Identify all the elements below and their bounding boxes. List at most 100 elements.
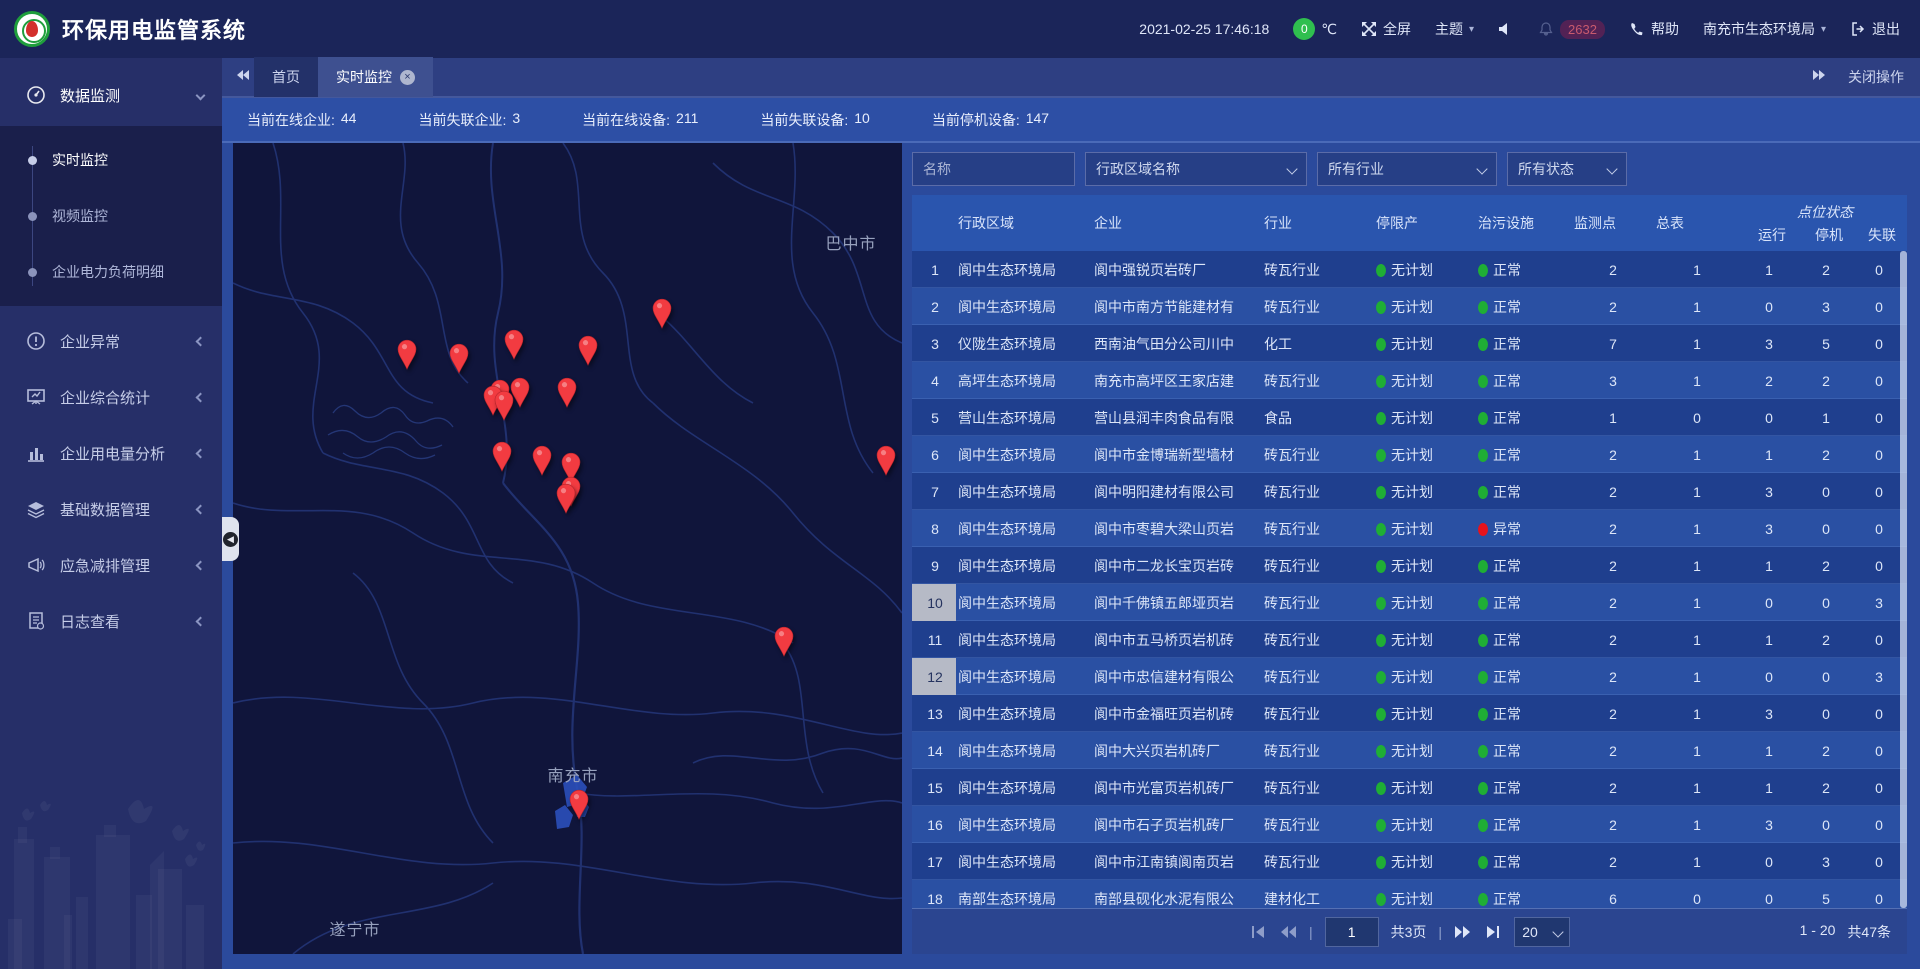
- table-row[interactable]: 2阆中生态环境局阆中市南方节能建材有砖瓦行业无计划正常21030: [912, 288, 1907, 325]
- table-row[interactable]: 14阆中生态环境局阆中大兴页岩机砖厂砖瓦行业无计划正常21120: [912, 732, 1907, 769]
- cell-points: 2: [1572, 669, 1654, 685]
- col-group-point-status: 点位状态 运行 停机 失联: [1743, 195, 1907, 251]
- status-dot: [1478, 375, 1488, 388]
- table-row[interactable]: 10阆中生态环境局阆中千佛镇五郎垭页岩砖瓦行业无计划正常21003: [912, 584, 1907, 621]
- logout-button[interactable]: 退出: [1850, 19, 1900, 39]
- table-row[interactable]: 8阆中生态环境局阆中市枣碧大梁山页岩砖瓦行业无计划异常21300: [912, 510, 1907, 547]
- scrollbar[interactable]: [1900, 251, 1907, 908]
- tabs-scroll-left-button[interactable]: [232, 68, 254, 86]
- map-pin[interactable]: [555, 376, 579, 408]
- status-filter-select[interactable]: 所有状态: [1507, 152, 1627, 186]
- col-run: 运行: [1743, 225, 1801, 245]
- table-row[interactable]: 3仪陇生态环境局西南油气田分公司川中化工无计划正常71350: [912, 325, 1907, 362]
- sound-toggle[interactable]: [1498, 21, 1514, 37]
- map-pin[interactable]: [554, 482, 578, 514]
- close-operations-button[interactable]: 关闭操作: [1848, 67, 1904, 87]
- tab-realtime-monitoring[interactable]: 实时监控 ×: [318, 57, 433, 97]
- first-page-button[interactable]: [1249, 925, 1267, 939]
- topbar: 环保用电监管系统 2021-02-25 17:46:18 0 ℃ 全屏 主题 ▾…: [0, 0, 1920, 58]
- sidebar: 数据监测 实时监控 视频监控 企业电力负荷明细 企业异常 企业综合统计 企业用电…: [0, 58, 222, 969]
- table-row[interactable]: 13阆中生态环境局阆中市金福旺页岩机砖砖瓦行业无计划正常21300: [912, 695, 1907, 732]
- status-dot: [1376, 486, 1386, 499]
- table-row[interactable]: 4高坪生态环境局南充市高坪区王家店建砖瓦行业无计划正常31220: [912, 362, 1907, 399]
- sidebar-item-power-analysis[interactable]: 企业用电量分析: [0, 428, 222, 478]
- table-row[interactable]: 12阆中生态环境局阆中市忠信建材有限公砖瓦行业无计划正常21003: [912, 658, 1907, 695]
- table-row[interactable]: 6阆中生态环境局阆中市金博瑞新型墙材砖瓦行业无计划正常21120: [912, 436, 1907, 473]
- region-filter-select[interactable]: 行政区域名称: [1085, 152, 1307, 186]
- chevron-down-icon: [196, 90, 206, 100]
- filter-bar: 名称 行政区域名称 所有行业 所有状态: [912, 143, 1907, 195]
- cell-company: 南部县砚化水泥有限公: [1092, 889, 1262, 909]
- table-row[interactable]: 9阆中生态环境局阆中市二龙长宝页岩砖砖瓦行业无计划正常21120: [912, 547, 1907, 584]
- sidebar-item-enterprise-statistics[interactable]: 企业综合统计: [0, 372, 222, 422]
- fullscreen-icon: [1361, 21, 1377, 37]
- row-number: 2: [912, 288, 956, 325]
- notifications[interactable]: 2632: [1538, 20, 1605, 39]
- sidebar-subitem-realtime-monitoring[interactable]: 实时监控: [0, 132, 222, 188]
- cell-run: 3: [1740, 706, 1798, 722]
- table-row[interactable]: 15阆中生态环境局阆中市光富页岩机砖厂砖瓦行业无计划正常21120: [912, 769, 1907, 806]
- table-row[interactable]: 18南部生态环境局南部县砚化水泥有限公建材化工无计划正常60050: [912, 880, 1907, 908]
- tab-home[interactable]: 首页: [254, 57, 318, 97]
- cell-facility: 正常: [1476, 889, 1572, 909]
- map-pin[interactable]: [576, 334, 600, 366]
- cell-stop: 0: [1798, 817, 1854, 833]
- cell-stop: 0: [1798, 595, 1854, 611]
- cell-lost: 0: [1854, 336, 1904, 352]
- map-pin[interactable]: [492, 389, 516, 421]
- cell-points: 3: [1572, 373, 1654, 389]
- chevron-left-icon: ◀: [223, 532, 238, 547]
- map-pin[interactable]: [650, 297, 674, 329]
- page-size-select[interactable]: 20: [1514, 917, 1570, 947]
- map-pin[interactable]: [530, 444, 554, 476]
- cell-district: 阆中生态环境局: [956, 667, 1092, 687]
- col-stop: 停机: [1801, 225, 1857, 245]
- page-number-input[interactable]: [1325, 917, 1379, 947]
- layers-icon: [26, 499, 46, 519]
- map-pin[interactable]: [567, 788, 591, 820]
- table-row[interactable]: 16阆中生态环境局阆中市石子页岩机砖厂砖瓦行业无计划正常21300: [912, 806, 1907, 843]
- sidebar-item-base-data[interactable]: 基础数据管理: [0, 484, 222, 534]
- help-button[interactable]: 帮助: [1629, 19, 1679, 39]
- industry-filter-select[interactable]: 所有行业: [1317, 152, 1497, 186]
- table-row[interactable]: 1阆中生态环境局阆中强锐页岩砖厂砖瓦行业无计划正常21120: [912, 251, 1907, 288]
- map-pin[interactable]: [395, 338, 419, 370]
- cell-meters: 1: [1654, 447, 1740, 463]
- sidebar-subitem-power-load-detail[interactable]: 企业电力负荷明细: [0, 244, 222, 300]
- table-row[interactable]: 5营山生态环境局营山县润丰肉食品有限食品无计划正常10010: [912, 399, 1907, 436]
- map[interactable]: 巴中市南充市遂宁市: [233, 143, 902, 954]
- theme-dropdown[interactable]: 主题 ▾: [1435, 19, 1474, 39]
- user-dropdown[interactable]: 南充市生态环境局 ▾: [1703, 19, 1826, 39]
- cell-industry: 砖瓦行业: [1262, 778, 1374, 798]
- map-pin[interactable]: [502, 328, 526, 360]
- table-row[interactable]: 11阆中生态环境局阆中市五马桥页岩机砖砖瓦行业无计划正常21120: [912, 621, 1907, 658]
- cell-meters: 1: [1654, 521, 1740, 537]
- sidebar-item-data-monitoring[interactable]: 数据监测: [0, 70, 222, 120]
- sidebar-collapse-handle[interactable]: ◀: [222, 517, 239, 561]
- sidebar-item-log-view[interactable]: 日志查看: [0, 596, 222, 646]
- map-pin[interactable]: [447, 342, 471, 374]
- cell-run: 2: [1740, 373, 1798, 389]
- map-pin[interactable]: [874, 444, 898, 476]
- cell-facility: 正常: [1476, 630, 1572, 650]
- sidebar-item-emergency-reduction[interactable]: 应急减排管理: [0, 540, 222, 590]
- total-count-label: 共47条: [1847, 922, 1891, 942]
- name-filter-input[interactable]: 名称: [912, 152, 1075, 186]
- fullscreen-button[interactable]: 全屏: [1361, 19, 1411, 39]
- cell-company: 阆中市金博瑞新型墙材: [1092, 445, 1262, 465]
- tabs-scroll-right-button[interactable]: [1808, 68, 1830, 86]
- close-tab-icon[interactable]: ×: [400, 70, 415, 85]
- cell-stop: 2: [1798, 743, 1854, 759]
- next-page-button[interactable]: [1454, 925, 1472, 939]
- map-pin[interactable]: [772, 625, 796, 657]
- last-page-button[interactable]: [1484, 925, 1502, 939]
- cell-limit: 无计划: [1374, 889, 1476, 909]
- table-row[interactable]: 17阆中生态环境局阆中市江南镇阆南页岩砖瓦行业无计划正常21030: [912, 843, 1907, 880]
- map-pin[interactable]: [490, 440, 514, 472]
- sidebar-item-enterprise-abnormal[interactable]: 企业异常: [0, 316, 222, 366]
- table-row[interactable]: 7阆中生态环境局阆中明阳建材有限公司砖瓦行业无计划正常21300: [912, 473, 1907, 510]
- cell-stop: 5: [1798, 891, 1854, 907]
- sidebar-subitem-video-monitoring[interactable]: 视频监控: [0, 188, 222, 244]
- cell-stop: 3: [1798, 854, 1854, 870]
- prev-page-button[interactable]: [1279, 925, 1297, 939]
